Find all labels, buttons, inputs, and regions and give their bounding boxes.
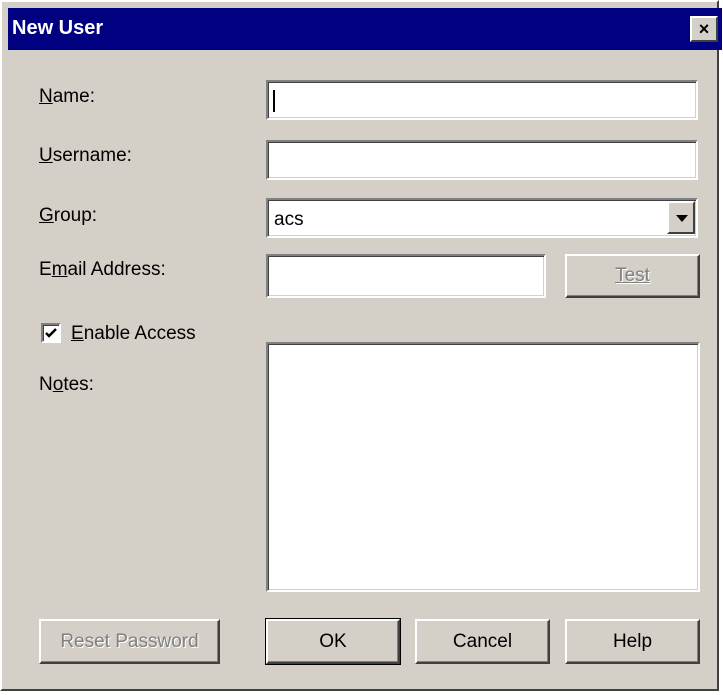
dialog-title: New User xyxy=(12,17,104,39)
title-bar[interactable]: New User × xyxy=(8,8,722,50)
cancel-button[interactable]: Cancel xyxy=(415,619,550,664)
username-label-accelerator: U xyxy=(39,145,53,166)
username-input[interactable] xyxy=(266,140,698,180)
name-label-rest: ame: xyxy=(52,86,95,107)
name-label: Name: xyxy=(39,86,95,108)
reset-password-button[interactable]: Reset Password xyxy=(39,619,220,664)
notes-label-accelerator: o xyxy=(52,374,64,395)
reset-password-label: Reset Password xyxy=(60,631,199,652)
group-label-accelerator: G xyxy=(39,205,54,226)
username-label: Username: xyxy=(39,145,132,167)
name-input[interactable] xyxy=(266,80,698,120)
email-label-accelerator: m xyxy=(51,259,68,280)
close-button[interactable]: × xyxy=(690,16,718,42)
help-button[interactable]: Help xyxy=(565,619,700,664)
email-label: Email Address: xyxy=(39,259,166,281)
cancel-label: Cancel xyxy=(452,631,513,652)
notes-textarea[interactable] xyxy=(266,342,700,592)
enable-access-rest: nable Access xyxy=(83,323,196,344)
test-button-label: Test xyxy=(615,265,650,286)
group-select-value: acs xyxy=(274,209,304,230)
notes-label-prefix: N xyxy=(39,374,53,395)
email-label-prefix: E xyxy=(39,259,52,280)
group-label-rest: roup: xyxy=(53,205,98,226)
email-input[interactable] xyxy=(266,254,546,298)
group-select[interactable]: acs xyxy=(266,198,698,238)
notes-label: Notes: xyxy=(39,374,94,396)
enable-access-accelerator: E xyxy=(71,323,84,344)
email-label-rest: ail Address: xyxy=(67,259,166,280)
name-label-accelerator: N xyxy=(39,86,53,107)
ok-label: OK xyxy=(319,631,347,652)
enable-access-label[interactable]: Enable Access xyxy=(71,323,196,345)
enable-access-checkbox[interactable] xyxy=(41,323,61,343)
chevron-down-icon[interactable] xyxy=(667,201,695,234)
text-caret xyxy=(273,90,275,112)
new-user-dialog: New User × Name: Username: Group: acs Em… xyxy=(0,0,722,691)
close-icon: × xyxy=(698,19,710,39)
username-label-rest: sername: xyxy=(52,145,132,166)
checkmark-icon xyxy=(45,328,57,338)
test-button[interactable]: Test xyxy=(565,254,700,298)
notes-label-rest: tes: xyxy=(63,374,94,395)
help-label: Help xyxy=(612,631,653,652)
group-label: Group: xyxy=(39,205,97,227)
ok-button[interactable]: OK xyxy=(265,618,401,665)
